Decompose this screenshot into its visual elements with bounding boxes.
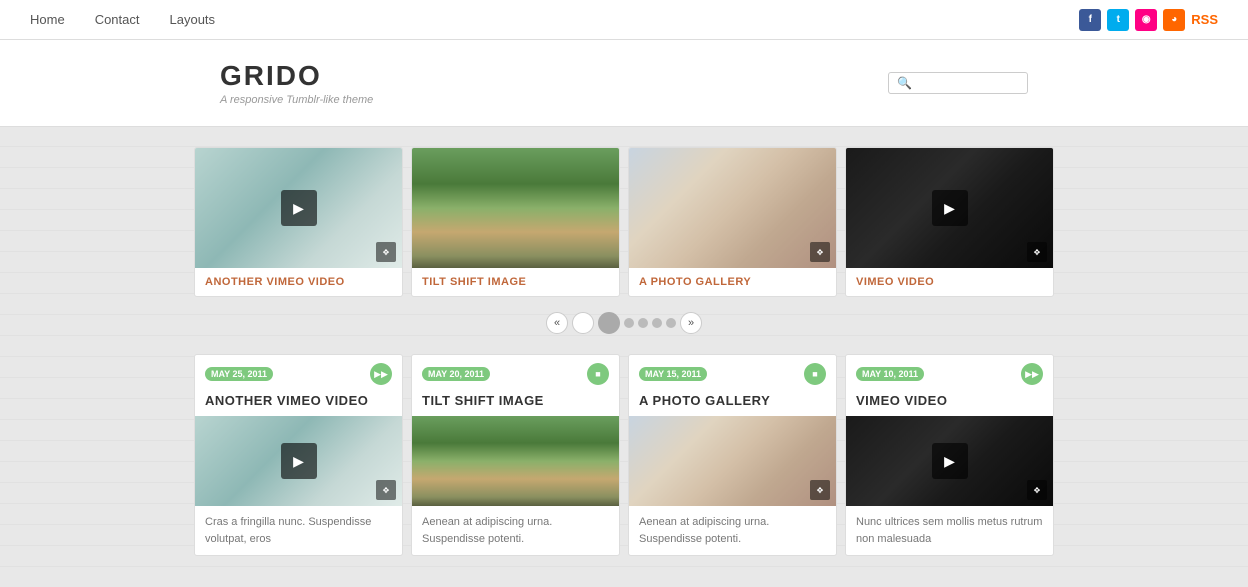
- video-type-icon: ▶▶: [370, 363, 392, 385]
- main-content: ▶ ✥ ANOTHER VIMEO VIDEO TILT SHIFT IMAGE…: [194, 127, 1054, 576]
- card-label: TILT SHIFT IMAGE: [412, 268, 619, 296]
- list-card-4-header: MAY 10, 2011 ▶▶: [846, 355, 1053, 393]
- facebook-icon[interactable]: f: [1079, 9, 1101, 31]
- list-card-2-title: TILT SHIFT IMAGE: [412, 393, 619, 416]
- expand-button[interactable]: ✥: [1027, 242, 1047, 262]
- social-icons: f t ◉ ◕ RSS: [1079, 9, 1218, 31]
- pagination-dot-1[interactable]: [624, 318, 634, 328]
- site-header: GRIDO A responsive Tumblr-like theme 🔍: [0, 40, 1248, 127]
- rss-label[interactable]: RSS: [1191, 12, 1218, 27]
- list-card-3-title: A PHOTO GALLERY: [629, 393, 836, 416]
- flickr-icon[interactable]: ◉: [1135, 9, 1157, 31]
- pagination: « »: [194, 312, 1054, 334]
- list-card-3-header: MAY 15, 2011 ■: [629, 355, 836, 393]
- top-card-2[interactable]: TILT SHIFT IMAGE: [411, 147, 620, 297]
- list-card-1[interactable]: MAY 25, 2011 ▶▶ ANOTHER VIMEO VIDEO ▶ ✥ …: [194, 354, 403, 556]
- list-card-2[interactable]: MAY 20, 2011 ■ TILT SHIFT IMAGE Aenean a…: [411, 354, 620, 556]
- list-card-3-desc: Aenean at adipiscing urna. Suspendisse p…: [629, 506, 836, 555]
- list-card-2-desc: Aenean at adipiscing urna. Suspendisse p…: [412, 506, 619, 555]
- pagination-dot-4[interactable]: [666, 318, 676, 328]
- list-card-4[interactable]: MAY 10, 2011 ▶▶ VIMEO VIDEO ▶ ✥ Nunc ult…: [845, 354, 1054, 556]
- list-card-4-title: VIMEO VIDEO: [846, 393, 1053, 416]
- search-icon: 🔍: [897, 76, 912, 90]
- video-type-icon-2: ▶▶: [1021, 363, 1043, 385]
- list-card-1-header: MAY 25, 2011 ▶▶: [195, 355, 402, 393]
- date-badge: MAY 15, 2011: [639, 367, 707, 381]
- date-badge: MAY 10, 2011: [856, 367, 924, 381]
- play-button[interactable]: ▶: [932, 190, 968, 226]
- list-card-3[interactable]: MAY 15, 2011 ■ A PHOTO GALLERY ✥ Aenean …: [628, 354, 837, 556]
- search-box[interactable]: 🔍: [888, 72, 1028, 94]
- nav-links: Home Contact Layouts: [30, 12, 215, 27]
- nav-contact[interactable]: Contact: [95, 12, 140, 27]
- bottom-grid: MAY 25, 2011 ▶▶ ANOTHER VIMEO VIDEO ▶ ✥ …: [194, 354, 1054, 556]
- expand-button[interactable]: ✥: [376, 242, 396, 262]
- pagination-next[interactable]: »: [680, 312, 702, 334]
- top-nav: Home Contact Layouts f t ◉ ◕ RSS: [0, 0, 1248, 40]
- pagination-page-2[interactable]: [598, 312, 620, 334]
- play-button[interactable]: ▶: [932, 443, 968, 479]
- image-type-icon: ■: [587, 363, 609, 385]
- list-card-2-header: MAY 20, 2011 ■: [412, 355, 619, 393]
- nav-layouts[interactable]: Layouts: [170, 12, 216, 27]
- card-label: A PHOTO GALLERY: [629, 268, 836, 296]
- twitter-icon[interactable]: t: [1107, 9, 1129, 31]
- top-card-1[interactable]: ▶ ✥ ANOTHER VIMEO VIDEO: [194, 147, 403, 297]
- list-card-1-desc: Cras a fringilla nunc. Suspendisse volut…: [195, 506, 402, 555]
- top-card-4[interactable]: ▶ ✥ VIMEO VIDEO: [845, 147, 1054, 297]
- play-button[interactable]: ▶: [281, 190, 317, 226]
- list-card-4-desc: Nunc ultrices sem mollis metus rutrum no…: [846, 506, 1053, 555]
- top-card-3[interactable]: ✥ A PHOTO GALLERY: [628, 147, 837, 297]
- expand-button[interactable]: ✥: [810, 242, 830, 262]
- site-tagline: A responsive Tumblr-like theme: [220, 94, 373, 106]
- pagination-prev[interactable]: «: [546, 312, 568, 334]
- list-card-1-title: ANOTHER VIMEO VIDEO: [195, 393, 402, 416]
- date-badge: MAY 20, 2011: [422, 367, 490, 381]
- gallery-type-icon: ■: [804, 363, 826, 385]
- pagination-page-1[interactable]: [572, 312, 594, 334]
- nav-home[interactable]: Home: [30, 12, 65, 27]
- pagination-dot-3[interactable]: [652, 318, 662, 328]
- top-grid: ▶ ✥ ANOTHER VIMEO VIDEO TILT SHIFT IMAGE…: [194, 147, 1054, 297]
- date-badge: MAY 25, 2011: [205, 367, 273, 381]
- expand-button[interactable]: ✥: [810, 480, 830, 500]
- expand-button[interactable]: ✥: [376, 480, 396, 500]
- pagination-dot-2[interactable]: [638, 318, 648, 328]
- rss-icon[interactable]: ◕: [1163, 9, 1185, 31]
- card-label: ANOTHER VIMEO VIDEO: [195, 268, 402, 296]
- search-input[interactable]: [912, 76, 1022, 90]
- play-button[interactable]: ▶: [281, 443, 317, 479]
- site-title: GRIDO: [220, 60, 373, 92]
- site-branding: GRIDO A responsive Tumblr-like theme: [220, 60, 373, 106]
- expand-button[interactable]: ✥: [1027, 480, 1047, 500]
- card-label: VIMEO VIDEO: [846, 268, 1053, 296]
